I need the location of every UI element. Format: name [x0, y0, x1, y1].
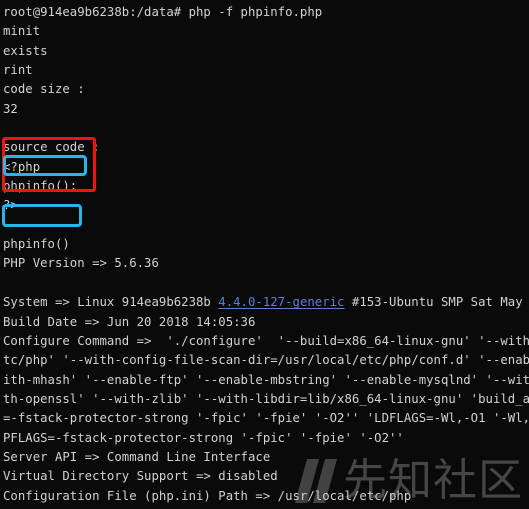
terminal-line-configure-wrap-1: tc/php' '--with-config-file-scan-dir=/us…	[3, 353, 529, 368]
terminal-line-phpinfo-call: phpinfo();	[3, 179, 78, 194]
terminal-line-code-size-value: 32	[3, 101, 18, 116]
terminal-line-virtual-directory-support: Virtual Directory Support => disabled	[3, 469, 278, 484]
terminal-line-code-size-label: code size :	[3, 82, 85, 97]
terminal-line-configure-wrap-4: =-fstack-protector-strong '-fpic' '-fpie…	[3, 411, 529, 426]
terminal-line-server-api: Server API => Command Line Interface	[3, 449, 271, 464]
terminal-line-prompt: root@914ea9b6238b:/data# php -f phpinfo.…	[3, 5, 323, 19]
terminal-line-configure-command: Configure Command => './configure' '--bu…	[3, 333, 529, 348]
terminal-line-configuration-file-path: Configuration File (php.ini) Path => /us…	[3, 488, 412, 503]
terminal-line-system: System => Linux 914ea9b6238b 4.4.0-127-g…	[3, 293, 529, 312]
terminal-line-minit: minit	[3, 24, 41, 39]
terminal-line-php-version: PHP Version => 5.6.36	[3, 256, 159, 271]
terminal-line-blank-3	[3, 274, 529, 293]
terminal-line-rint: rint	[3, 63, 33, 78]
terminal-line-build-date: Build Date => Jun 20 2018 14:05:36	[3, 314, 256, 329]
kernel-version-link[interactable]: 4.4.0-127-generic	[218, 295, 344, 309]
terminal-window[interactable]: 先知社区 root@914ea9b6238b:/data# php -f php…	[0, 0, 529, 509]
terminal-line-exists: exists	[3, 43, 48, 58]
terminal-line-blank-2	[3, 216, 529, 235]
terminal-line-php-close-tag: ?>	[3, 198, 18, 213]
terminal-line-configure-wrap-3: th-openssl' '--with-zlib' '--with-libdir…	[3, 391, 529, 406]
terminal-line-php-open-tag: <?php	[3, 159, 41, 174]
terminal-line-phpinfo-output-header: phpinfo()	[3, 237, 70, 252]
terminal-line-blank-1	[3, 119, 529, 138]
terminal-line-configure-wrap-5: PFLAGS=-fstack-protector-strong '-fpic' …	[3, 430, 404, 445]
terminal-line-configure-wrap-2: ith-mhash' '--enable-ftp' '--enable-mbst…	[3, 372, 529, 387]
terminal-line-source-code-label: source code :	[3, 140, 100, 155]
system-line-prefix: System => Linux 914ea9b6238b	[3, 295, 219, 310]
system-line-suffix: #153-Ubuntu SMP Sat May 19 10	[351, 295, 523, 310]
